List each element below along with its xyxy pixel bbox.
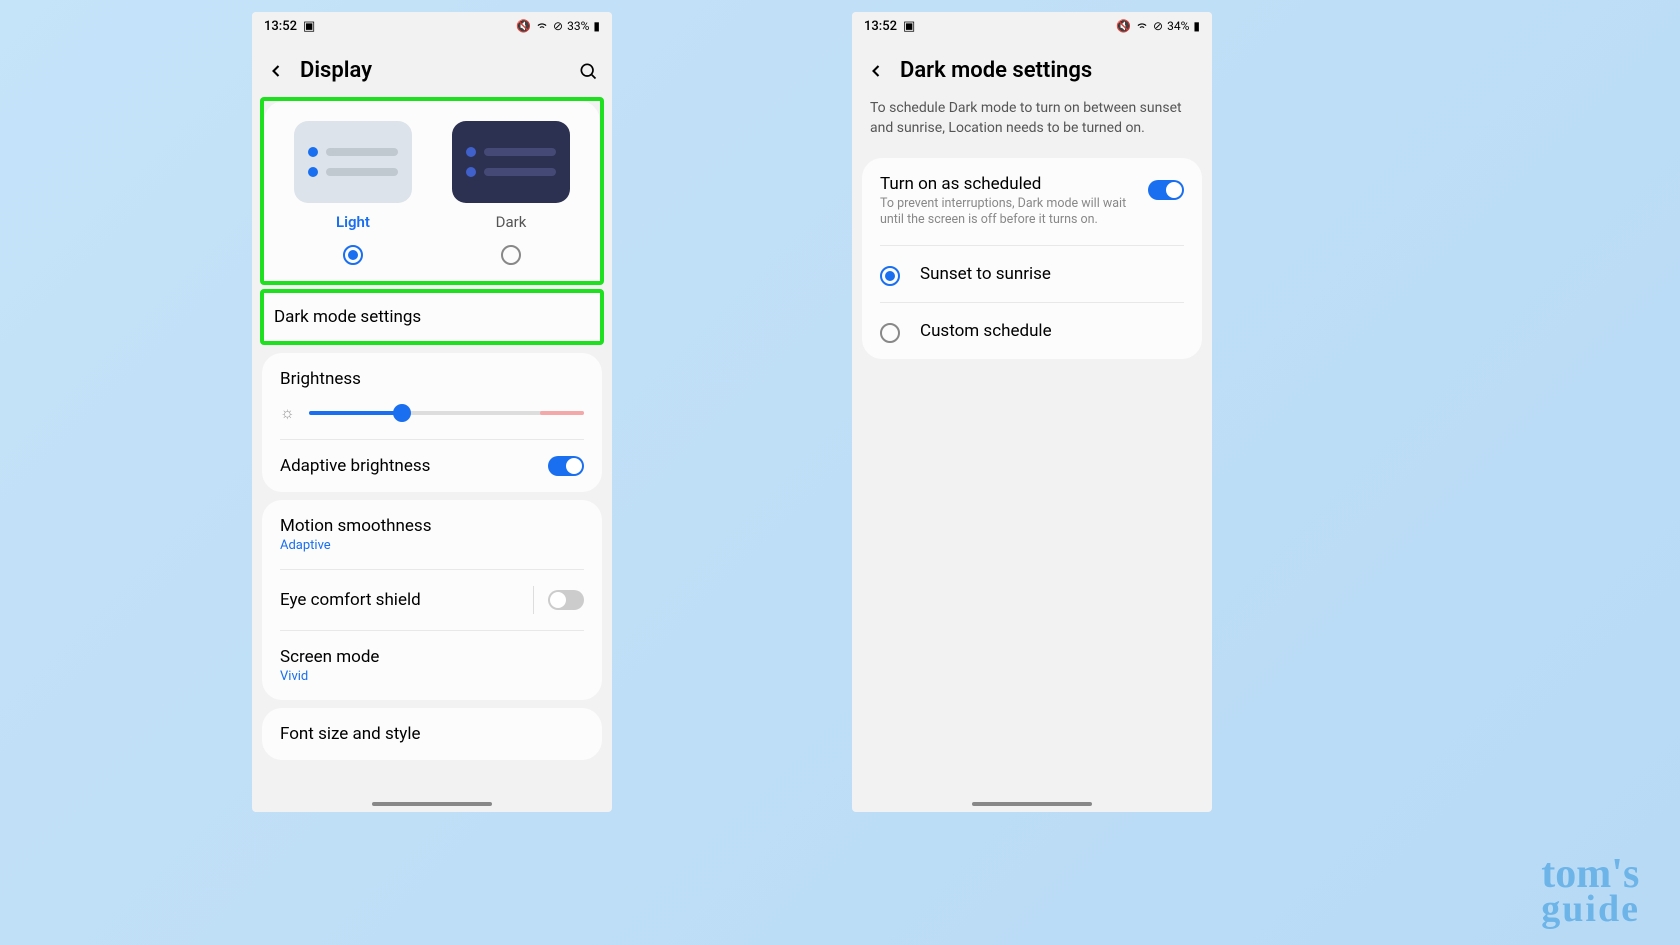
theme-selector: Light Dark — [264, 101, 600, 281]
watermark-line2: guide — [1541, 893, 1640, 925]
status-time: 13:52 — [264, 19, 297, 34]
brightness-card: Brightness ☼ Adaptive brightness — [262, 353, 602, 492]
phone-display-screen: 13:52 ▣ 🔇 ⊘ 33% ▮ Display — [252, 12, 612, 812]
brightness-title: Brightness — [262, 353, 602, 399]
theme-option-light[interactable]: Light — [294, 121, 412, 265]
eye-comfort-row[interactable]: Eye comfort shield — [262, 570, 602, 630]
search-icon[interactable] — [578, 61, 598, 81]
eye-comfort-label: Eye comfort shield — [280, 590, 421, 610]
status-time: 13:52 — [864, 19, 897, 34]
radio-sunset[interactable] — [880, 266, 900, 286]
motion-smoothness-row[interactable]: Motion smoothness Adaptive — [262, 500, 602, 569]
gesture-bar[interactable] — [972, 802, 1092, 806]
status-bar: 13:52 ▣ 🔇 ⊘ 33% ▮ — [252, 12, 612, 40]
adaptive-brightness-row[interactable]: Adaptive brightness — [262, 440, 602, 492]
theme-option-dark[interactable]: Dark — [452, 121, 570, 265]
no-data-icon: ⊘ — [1153, 19, 1163, 33]
option-sunset-label: Sunset to sunrise — [920, 264, 1051, 284]
eye-comfort-toggle[interactable] — [548, 590, 584, 610]
scheduled-sub: To prevent interruptions, Dark mode will… — [880, 196, 1136, 229]
radio-dark[interactable] — [501, 245, 521, 265]
mute-icon: 🔇 — [516, 19, 531, 33]
phone-darkmode-screen: 13:52 ▣ 🔇 ⊘ 34% ▮ Dark mode settings To … — [852, 12, 1212, 812]
watermark-logo: tom's guide — [1541, 857, 1640, 925]
page-title: Display — [300, 58, 564, 83]
theme-preview-light — [294, 121, 412, 203]
radio-light[interactable] — [343, 245, 363, 265]
scheduled-row[interactable]: Turn on as scheduled To prevent interrup… — [862, 158, 1202, 245]
theme-light-label: Light — [336, 213, 370, 231]
app-bar: Dark mode settings — [852, 40, 1212, 93]
image-icon: ▣ — [903, 19, 915, 34]
dark-mode-settings-label: Dark mode settings — [274, 307, 421, 327]
battery-text: 34% — [1167, 19, 1189, 33]
scheduled-toggle[interactable] — [1148, 180, 1184, 200]
option-sunset-row[interactable]: Sunset to sunrise — [862, 246, 1202, 302]
page-title: Dark mode settings — [900, 58, 1198, 83]
theme-dark-label: Dark — [496, 213, 527, 231]
option-custom-label: Custom schedule — [920, 321, 1052, 341]
image-icon: ▣ — [303, 19, 315, 34]
font-row[interactable]: Font size and style — [262, 708, 602, 760]
screen-mode-row[interactable]: Screen mode Vivid — [262, 631, 602, 700]
scheduled-label: Turn on as scheduled — [880, 174, 1136, 194]
schedule-card: Turn on as scheduled To prevent interrup… — [862, 158, 1202, 359]
highlight-theme-selector: Light Dark — [260, 97, 604, 285]
battery-text: 33% — [567, 19, 589, 33]
highlight-dark-mode-settings: Dark mode settings — [260, 289, 604, 345]
back-icon[interactable] — [266, 61, 286, 81]
schedule-info-text: To schedule Dark mode to turn on between… — [852, 93, 1212, 150]
adaptive-brightness-toggle[interactable] — [548, 456, 584, 476]
option-custom-row[interactable]: Custom schedule — [862, 303, 1202, 359]
motion-smoothness-label: Motion smoothness — [280, 516, 431, 536]
wifi-icon — [535, 18, 549, 35]
status-bar: 13:52 ▣ 🔇 ⊘ 34% ▮ — [852, 12, 1212, 40]
app-bar: Display — [252, 40, 612, 93]
dark-mode-settings-row[interactable]: Dark mode settings — [264, 293, 600, 341]
theme-preview-dark — [452, 121, 570, 203]
motion-smoothness-value: Adaptive — [280, 538, 431, 553]
screen-mode-value: Vivid — [280, 669, 379, 684]
radio-custom[interactable] — [880, 323, 900, 343]
brightness-slider-row: ☼ — [262, 399, 602, 439]
battery-icon: ▮ — [593, 19, 600, 33]
back-icon[interactable] — [866, 61, 886, 81]
brightness-slider[interactable] — [309, 411, 584, 415]
font-card: Font size and style — [262, 708, 602, 760]
font-label: Font size and style — [280, 724, 421, 744]
no-data-icon: ⊘ — [553, 19, 563, 33]
adaptive-brightness-label: Adaptive brightness — [280, 456, 430, 476]
wifi-icon — [1135, 18, 1149, 35]
gesture-bar[interactable] — [372, 802, 492, 806]
sun-icon: ☼ — [280, 403, 295, 423]
screen-mode-label: Screen mode — [280, 647, 379, 667]
display-options-card: Motion smoothness Adaptive Eye comfort s… — [262, 500, 602, 700]
mute-icon: 🔇 — [1116, 19, 1131, 33]
battery-icon: ▮ — [1193, 19, 1200, 33]
